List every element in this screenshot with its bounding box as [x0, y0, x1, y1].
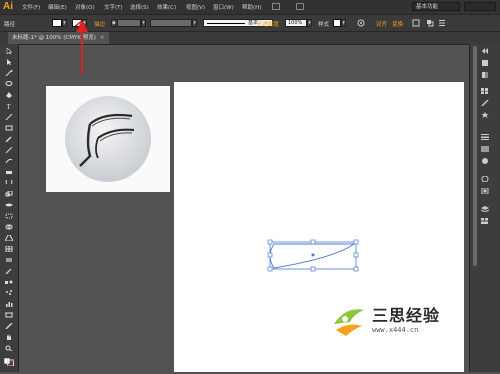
menu-window[interactable]: 窗口(W): [213, 3, 234, 11]
column-graph-tool-icon[interactable]: [5, 301, 13, 307]
isolate-icon[interactable]: [412, 19, 420, 27]
profile-dropdown-icon[interactable]: ▾: [192, 19, 197, 27]
paintbrush-tool-icon[interactable]: [5, 136, 13, 142]
stroke-weight-dropdown-icon[interactable]: ▾: [141, 19, 146, 27]
style-label: 样式: [318, 22, 330, 28]
swatches-icon[interactable]: [481, 88, 489, 94]
reference-image[interactable]: [46, 86, 170, 192]
eraser-tool-icon[interactable]: [5, 169, 13, 175]
fill-dropdown-icon[interactable]: ▾: [62, 19, 67, 27]
watermark-title: 三思经验: [372, 306, 441, 325]
free-transform-tool-icon[interactable]: [5, 213, 13, 219]
style-dropdown-icon[interactable]: ▾: [341, 19, 346, 27]
color-panel-icon[interactable]: [481, 60, 489, 66]
menu-effect[interactable]: 效果(C): [157, 3, 176, 11]
watermark-url: www.x444.cn: [372, 326, 419, 334]
pen-tool-icon[interactable]: [5, 92, 13, 98]
type-tool-icon[interactable]: T: [5, 103, 13, 109]
selection-tool-icon[interactable]: [5, 48, 13, 54]
pencil-tool-icon[interactable]: [5, 147, 13, 153]
menu-edit[interactable]: 编辑(E): [48, 3, 67, 11]
mesh-tool-icon[interactable]: [5, 246, 13, 252]
logo-sample-image: [65, 96, 151, 182]
workspace-switcher[interactable]: 基本功能: [412, 2, 460, 11]
symbol-sprayer-tool-icon[interactable]: [5, 290, 13, 296]
perspective-grid-tool-icon[interactable]: [5, 235, 13, 241]
svg-text:T: T: [7, 103, 12, 109]
select-similar-icon[interactable]: [426, 19, 434, 27]
eyedropper-tool-icon[interactable]: [5, 268, 13, 274]
gradient-panel-icon[interactable]: [481, 146, 489, 152]
panel-menu-icon[interactable]: [438, 19, 446, 27]
stroke-weight-field[interactable]: [117, 19, 141, 27]
slice-tool-icon[interactable]: [5, 323, 13, 329]
menu-object[interactable]: 对象(O): [75, 3, 95, 11]
menu-type[interactable]: 文字(T): [104, 3, 123, 11]
close-icon[interactable]: ×: [100, 35, 105, 41]
bridge-icon[interactable]: [272, 3, 280, 10]
annotation-arrow-icon: [76, 20, 88, 74]
lasso-tool-icon[interactable]: [5, 81, 13, 87]
menu-help[interactable]: 帮助(H): [242, 3, 261, 11]
stroke-weight-stepper[interactable]: ◆: [111, 19, 116, 27]
gradient-tool-icon[interactable]: [5, 257, 13, 263]
fill-swatch[interactable]: [52, 19, 62, 27]
recolor-artwork-icon[interactable]: [357, 19, 365, 27]
watermark-logo: [330, 302, 368, 340]
search-input[interactable]: [464, 2, 496, 11]
variable-width-profile[interactable]: [150, 19, 192, 27]
tools-panel: T: [0, 44, 19, 372]
arrange-documents-icon[interactable]: [296, 3, 304, 10]
transform-link[interactable]: 变换: [392, 20, 403, 28]
shape-builder-tool-icon[interactable]: [5, 224, 13, 230]
hand-tool-icon[interactable]: [5, 334, 13, 340]
scrollbar-thumb[interactable]: [473, 46, 477, 266]
line-tool-icon[interactable]: [5, 114, 13, 120]
selection-type-label: 路径: [4, 22, 16, 28]
rectangle-tool-icon[interactable]: [5, 125, 13, 131]
fill-stroke-swatches-icon[interactable]: [4, 358, 14, 366]
blob-brush-tool-icon[interactable]: [5, 158, 13, 164]
opacity-dropdown-icon[interactable]: ▾: [307, 19, 312, 27]
zoom-tool-icon[interactable]: [5, 345, 13, 351]
artboard-tool-icon[interactable]: [5, 312, 13, 318]
opacity-link[interactable]: 不透明度: [257, 20, 279, 28]
watermark: 三思经验 www.x444.cn: [326, 298, 470, 348]
appearance-panel-icon[interactable]: [481, 176, 489, 182]
menu-view[interactable]: 视图(V): [186, 3, 205, 11]
transparency-panel-icon[interactable]: [481, 158, 489, 164]
width-tool-icon[interactable]: [5, 202, 13, 208]
opacity-field[interactable]: 100%: [285, 19, 307, 27]
graphic-styles-icon[interactable]: [481, 188, 489, 194]
direct-selection-tool-icon[interactable]: [5, 59, 13, 65]
menu-file[interactable]: 文件(F): [22, 3, 40, 11]
brushes-icon[interactable]: [481, 100, 489, 106]
stroke-link[interactable]: 描边: [94, 20, 105, 28]
brush-preview-line: [207, 23, 245, 24]
blend-tool-icon[interactable]: [5, 279, 13, 285]
color-guide-icon[interactable]: [481, 72, 489, 78]
scale-tool-icon[interactable]: [5, 191, 13, 197]
app-logo: Ai: [3, 1, 13, 12]
artboards-panel-icon[interactable]: [481, 218, 489, 224]
symbols-icon[interactable]: [481, 112, 489, 118]
collapse-panels-icon[interactable]: [481, 48, 489, 54]
magic-wand-tool-icon[interactable]: [5, 70, 13, 76]
rotate-tool-icon[interactable]: [5, 180, 13, 186]
menu-select[interactable]: 选择(S): [130, 3, 149, 11]
menu-bar: Ai 文件(F) 编辑(E) 对象(O) 文字(T) 选择(S) 效果(C) 视…: [0, 0, 500, 15]
graphic-style-swatch[interactable]: [333, 19, 341, 27]
layers-panel-icon[interactable]: [481, 206, 489, 212]
stroke-panel-icon[interactable]: [481, 134, 489, 140]
align-link[interactable]: 对齐: [376, 20, 387, 28]
document-tab[interactable]: 未标题-1* @ 100% (CMYK/预览) ×: [8, 32, 109, 44]
